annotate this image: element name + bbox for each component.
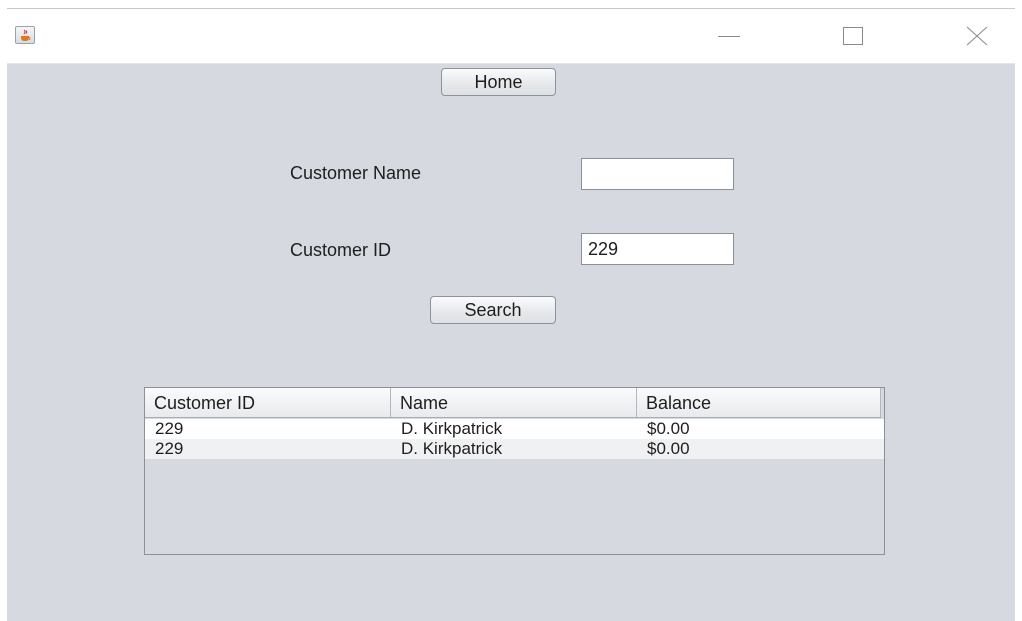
search-button[interactable]: Search bbox=[430, 296, 556, 324]
customer-id-label: Customer ID bbox=[290, 240, 392, 260]
minimize-button[interactable] bbox=[706, 19, 752, 53]
close-icon bbox=[966, 26, 988, 46]
app-window: Home Customer Name Customer ID Search Cu… bbox=[7, 8, 1015, 621]
column-header-balance[interactable]: Balance bbox=[637, 388, 881, 417]
table-row[interactable]: 229 D. Kirkpatrick $0.00 bbox=[145, 439, 884, 459]
title-bar bbox=[7, 9, 1015, 64]
cell-name: D. Kirkpatrick bbox=[401, 419, 503, 438]
minimize-icon bbox=[718, 36, 740, 37]
cell-customer-id: 229 bbox=[155, 419, 184, 438]
maximize-button[interactable] bbox=[830, 19, 876, 53]
column-header-customer-id[interactable]: Customer ID bbox=[145, 388, 391, 417]
maximize-icon bbox=[843, 27, 863, 45]
home-button[interactable]: Home bbox=[441, 68, 556, 96]
customer-name-field[interactable] bbox=[581, 158, 734, 190]
results-table[interactable]: Customer ID Name Balance 229 D. Kirkpatr… bbox=[144, 387, 885, 555]
column-header-name[interactable]: Name bbox=[391, 388, 637, 417]
cell-customer-id: 229 bbox=[155, 439, 184, 458]
cell-balance: $0.00 bbox=[647, 419, 690, 438]
table-row[interactable]: 229 D. Kirkpatrick $0.00 bbox=[145, 419, 884, 439]
table-header: Customer ID Name Balance bbox=[145, 388, 881, 418]
customer-id-field[interactable] bbox=[581, 233, 734, 265]
customer-name-label: Customer Name bbox=[290, 163, 422, 183]
java-cup-icon[interactable] bbox=[15, 26, 35, 44]
cell-name: D. Kirkpatrick bbox=[401, 439, 503, 458]
close-button[interactable] bbox=[954, 19, 1000, 53]
cell-balance: $0.00 bbox=[647, 439, 690, 458]
